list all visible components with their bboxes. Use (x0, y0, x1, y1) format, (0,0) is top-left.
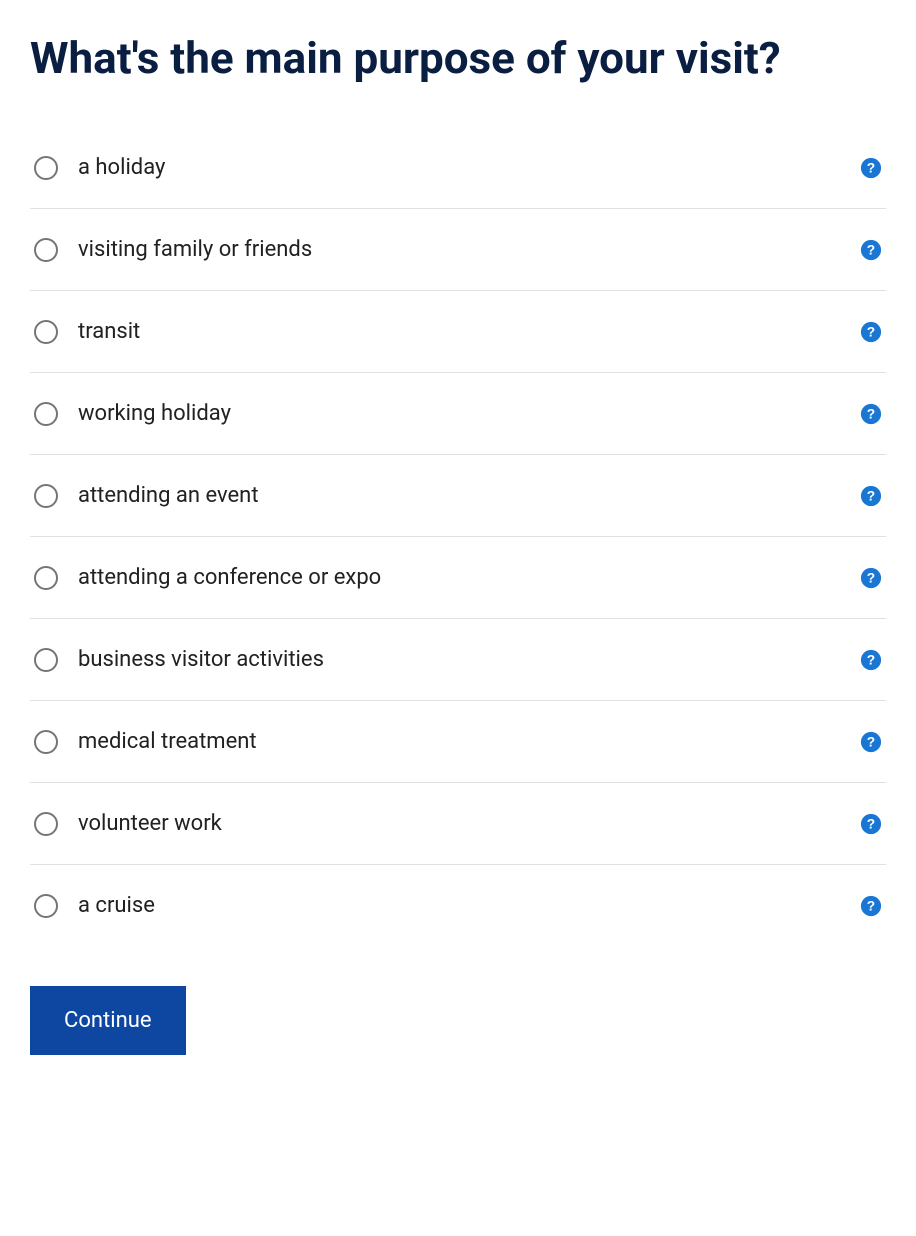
option-visiting-family-friends[interactable]: visiting family or friends ? (30, 209, 886, 291)
option-label: business visitor activities (78, 647, 848, 672)
option-label: attending a conference or expo (78, 565, 848, 590)
option-label: a cruise (78, 893, 848, 918)
option-business-visitor-activities[interactable]: business visitor activities ? (30, 619, 886, 701)
option-medical-treatment[interactable]: medical treatment ? (30, 701, 886, 783)
svg-text:?: ? (867, 898, 875, 913)
svg-text:?: ? (867, 406, 875, 421)
svg-text:?: ? (867, 488, 875, 503)
option-label: visiting family or friends (78, 237, 848, 262)
option-working-holiday[interactable]: working holiday ? (30, 373, 886, 455)
continue-button[interactable]: Continue (30, 986, 186, 1055)
help-icon[interactable]: ? (860, 649, 882, 671)
help-icon[interactable]: ? (860, 731, 882, 753)
svg-text:?: ? (867, 816, 875, 831)
radio-icon[interactable] (34, 648, 58, 672)
help-icon[interactable]: ? (860, 813, 882, 835)
svg-text:?: ? (867, 324, 875, 339)
radio-icon[interactable] (34, 320, 58, 344)
help-icon[interactable]: ? (860, 403, 882, 425)
svg-text:?: ? (867, 242, 875, 257)
radio-icon[interactable] (34, 238, 58, 262)
option-label: attending an event (78, 483, 848, 508)
svg-text:?: ? (867, 160, 875, 175)
radio-icon[interactable] (34, 484, 58, 508)
option-attending-conference-expo[interactable]: attending a conference or expo ? (30, 537, 886, 619)
svg-text:?: ? (867, 734, 875, 749)
option-holiday[interactable]: a holiday ? (30, 127, 886, 209)
svg-text:?: ? (867, 652, 875, 667)
option-volunteer-work[interactable]: volunteer work ? (30, 783, 886, 865)
option-transit[interactable]: transit ? (30, 291, 886, 373)
option-label: working holiday (78, 401, 848, 426)
option-label: transit (78, 319, 848, 344)
radio-icon[interactable] (34, 156, 58, 180)
help-icon[interactable]: ? (860, 895, 882, 917)
help-icon[interactable]: ? (860, 239, 882, 261)
option-label: a holiday (78, 155, 848, 180)
radio-icon[interactable] (34, 894, 58, 918)
option-label: volunteer work (78, 811, 848, 836)
help-icon[interactable]: ? (860, 485, 882, 507)
radio-icon[interactable] (34, 566, 58, 590)
radio-icon[interactable] (34, 402, 58, 426)
help-icon[interactable]: ? (860, 321, 882, 343)
option-attending-event[interactable]: attending an event ? (30, 455, 886, 537)
help-icon[interactable]: ? (860, 567, 882, 589)
svg-text:?: ? (867, 570, 875, 585)
page-title: What's the main purpose of your visit? (30, 30, 886, 87)
radio-icon[interactable] (34, 730, 58, 754)
options-list: a holiday ? visiting family or friends ?… (30, 127, 886, 946)
help-icon[interactable]: ? (860, 157, 882, 179)
option-cruise[interactable]: a cruise ? (30, 865, 886, 946)
radio-icon[interactable] (34, 812, 58, 836)
option-label: medical treatment (78, 729, 848, 754)
